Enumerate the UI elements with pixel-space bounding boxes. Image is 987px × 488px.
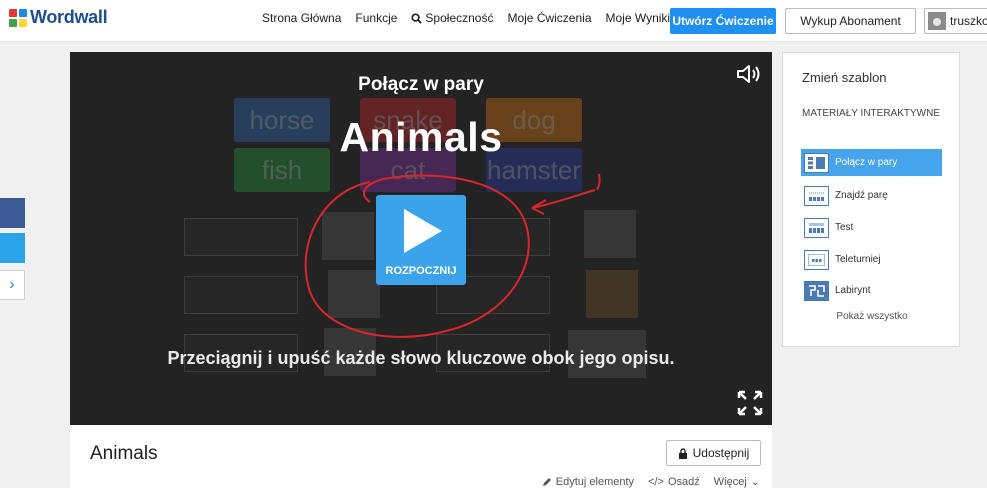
user-menu[interactable]: truszko bbox=[924, 8, 987, 34]
create-activity-button[interactable]: Utwórz Ćwiczenie bbox=[670, 8, 776, 34]
change-template-panel: Zmień szablon MATERIAŁY INTERAKTYWNE Poł… bbox=[782, 52, 960, 347]
fullscreen-icon[interactable] bbox=[736, 389, 764, 417]
start-button-label: ROZPOCZNIJ bbox=[385, 265, 457, 277]
quiz-icon bbox=[804, 217, 829, 238]
panel-title: Zmień szablon bbox=[802, 70, 887, 85]
nav-features[interactable]: Funkcje bbox=[355, 11, 397, 25]
template-item-label: Znajdź parę bbox=[835, 190, 888, 201]
panel-category: MATERIAŁY INTERAKTYWNE bbox=[802, 108, 940, 119]
template-item-label: Test bbox=[835, 222, 854, 233]
more-menu[interactable]: Więcej ⌄ bbox=[714, 475, 760, 488]
code-icon: </> bbox=[648, 475, 664, 488]
template-item-label: Teleturniej bbox=[835, 254, 881, 265]
activity-actions: Edytuj elementy </> Osadź Więcej ⌄ bbox=[542, 475, 760, 488]
nav-community-label: Społeczność bbox=[425, 11, 494, 25]
embed-link[interactable]: </> Osadź bbox=[648, 475, 700, 488]
game-player: horse snake dog fish cat hamster Połącz … bbox=[70, 52, 772, 425]
match-up-icon bbox=[804, 152, 829, 173]
edit-content-link[interactable]: Edytuj elementy bbox=[542, 475, 634, 488]
start-button[interactable]: ROZPOCZNIJ bbox=[376, 195, 466, 285]
chevron-right-icon: › bbox=[9, 276, 15, 293]
template-item-gameshow[interactable]: Teleturniej bbox=[801, 246, 942, 273]
facebook-share-tab[interactable] bbox=[0, 198, 25, 228]
share-label: Udostępnij bbox=[692, 446, 750, 460]
find-match-icon bbox=[804, 185, 829, 206]
pencil-icon bbox=[542, 477, 551, 486]
template-name: Połącz w pary bbox=[358, 74, 484, 95]
template-item-find-match[interactable]: Znajdź parę bbox=[801, 182, 942, 209]
main-nav: Strona Główna Funkcje Społeczność Moje Ć… bbox=[262, 11, 670, 25]
maze-chase-icon bbox=[804, 280, 829, 301]
edit-content-label: Edytuj elementy bbox=[555, 475, 635, 488]
template-item-label: Labirynt bbox=[835, 285, 871, 296]
gameshow-quiz-icon bbox=[804, 249, 829, 270]
show-all-templates-link[interactable]: Pokaż wszystko bbox=[783, 311, 961, 322]
template-item-label: Połącz w pary bbox=[835, 157, 898, 168]
embed-label: Osadź bbox=[667, 475, 700, 488]
more-label: Więcej bbox=[713, 475, 747, 488]
share-button[interactable]: Udostępnij bbox=[666, 440, 761, 466]
instructions-text: Przeciągnij i upuść każde słowo kluczowe… bbox=[167, 348, 675, 368]
logo-text: Wordwall bbox=[30, 7, 108, 27]
nav-my-activities[interactable]: Moje Ćwiczenia bbox=[507, 11, 591, 25]
activity-title-below: Animals bbox=[90, 443, 158, 464]
username: truszko bbox=[950, 14, 987, 28]
activity-title: Animals bbox=[339, 114, 503, 160]
activity-info-panel: Animals Udostępnij Edytuj elementy </> O… bbox=[70, 425, 772, 488]
nav-home[interactable]: Strona Główna bbox=[262, 11, 341, 25]
wordwall-logo[interactable]: Wordwall bbox=[9, 7, 108, 28]
app-root: Wordwall Strona Główna Funkcje Społeczno… bbox=[0, 0, 987, 488]
expand-share-tab[interactable]: › bbox=[0, 270, 25, 300]
top-bar: Wordwall Strona Główna Funkcje Społeczno… bbox=[0, 0, 987, 42]
logo-icon bbox=[9, 8, 27, 27]
avatar bbox=[928, 12, 946, 30]
start-overlay: Połącz w pary Animals ROZPOCZNIJ Przecią… bbox=[70, 52, 772, 425]
subscribe-button[interactable]: Wykup Abonament bbox=[785, 8, 916, 34]
sound-icon[interactable] bbox=[736, 64, 762, 84]
template-item-quiz[interactable]: Test bbox=[801, 214, 942, 241]
nav-my-results[interactable]: Moje Wyniki bbox=[606, 11, 671, 25]
chevron-down-icon: ⌄ bbox=[750, 476, 760, 488]
play-icon bbox=[404, 209, 442, 253]
search-icon bbox=[411, 12, 423, 24]
template-item-maze[interactable]: Labirynt bbox=[801, 277, 942, 304]
twitter-share-tab[interactable] bbox=[0, 233, 25, 263]
lock-icon bbox=[678, 447, 687, 459]
template-item-match-up[interactable]: Połącz w pary bbox=[801, 149, 942, 176]
nav-community[interactable]: Społeczność bbox=[411, 11, 493, 25]
